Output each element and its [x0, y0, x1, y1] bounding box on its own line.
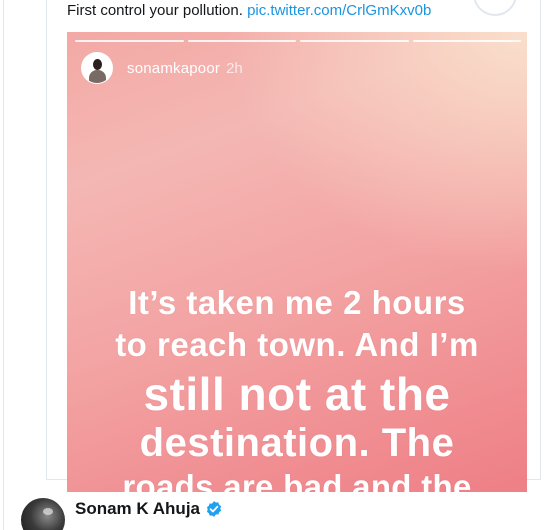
story-text-line: still not at the: [143, 368, 451, 420]
tweet-text: First control your pollution. pic.twitte…: [67, 2, 431, 19]
story-text-line: It’s taken me 2 hours: [128, 284, 466, 321]
story-username: sonamkapoor: [127, 59, 221, 77]
page-border: [3, 0, 4, 530]
story-header: sonamkapoor 2h: [81, 52, 243, 84]
next-tweet-header: Sonam K Ahuja: [21, 498, 223, 530]
tweet-body: First control your pollution.: [67, 2, 243, 19]
author-name[interactable]: Sonam K Ahuja: [75, 499, 200, 519]
progress-segment: [187, 40, 296, 42]
story-image[interactable]: sonamkapoor 2h It’s taken me 2 hours to …: [67, 32, 527, 492]
verified-badge-icon: [206, 501, 222, 517]
story-text-line: roads are bad and the: [122, 468, 472, 492]
story-text-line: destination. The: [139, 421, 455, 465]
story-text-line: to reach town. And I’m: [115, 326, 479, 363]
progress-segment: [300, 40, 409, 42]
tweet-media-link[interactable]: pic.twitter.com/CrlGmKxv0b: [247, 2, 431, 19]
progress-segment: [75, 40, 184, 42]
story-progress-bar: [75, 40, 521, 42]
story-timestamp: 2h: [226, 59, 243, 77]
story-avatar: [81, 52, 113, 84]
progress-segment: [412, 40, 521, 42]
tweet-page: First control your pollution. pic.twitte…: [0, 0, 554, 530]
avatar[interactable]: [21, 498, 65, 530]
